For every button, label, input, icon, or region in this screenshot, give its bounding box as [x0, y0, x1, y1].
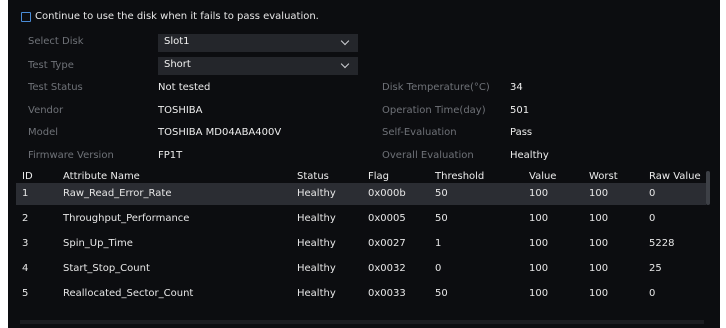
row-worst: 100 — [589, 238, 609, 249]
overall-evaluation-value: Healthy — [510, 150, 549, 161]
chevron-down-icon — [340, 59, 350, 69]
row-value: 100 — [529, 238, 549, 249]
test-status-label: Test Status — [28, 82, 83, 93]
table-header: ID Attribute Name Status Flag Threshold … — [16, 170, 706, 184]
row-attribute-name: Reallocated_Sector_Count — [63, 288, 194, 299]
row-status: Healthy — [297, 238, 336, 249]
row-status: Healthy — [297, 288, 336, 299]
row-flag: 0x000b — [368, 188, 406, 199]
row-threshold: 50 — [435, 213, 448, 224]
test-type-value: Short — [164, 59, 191, 70]
row-value: 100 — [529, 213, 549, 224]
column-header-raw-value: Raw Value — [649, 171, 701, 182]
self-evaluation-value: Pass — [510, 127, 533, 138]
column-header-value: Value — [529, 171, 557, 182]
row-raw-value: 0 — [649, 188, 656, 199]
row-id: 1 — [22, 188, 29, 199]
row-worst: 100 — [589, 263, 609, 274]
row-raw-value: 0 — [649, 288, 656, 299]
test-type-label: Test Type — [28, 60, 74, 71]
row-attribute-name: Raw_Read_Error_Rate — [63, 188, 172, 199]
model-value: TOSHIBA MD04ABA400V — [158, 127, 282, 138]
vendor-label: Vendor — [28, 105, 64, 116]
continue-use-checkbox-icon[interactable] — [21, 12, 31, 22]
column-header-threshold: Threshold — [435, 171, 485, 182]
self-evaluation-label: Self-Evaluation — [382, 127, 457, 138]
table-row[interactable]: 1 Raw_Read_Error_Rate Healthy 0x000b 50 … — [16, 183, 706, 205]
column-header-status: Status — [297, 171, 329, 182]
disk-temperature-value: 34 — [510, 82, 523, 93]
vendor-value: TOSHIBA — [158, 105, 203, 116]
row-id: 3 — [22, 238, 29, 249]
row-attribute-name: Start_Stop_Count — [63, 263, 150, 274]
model-label: Model — [28, 127, 59, 138]
row-raw-value: 25 — [649, 263, 662, 274]
chevron-down-icon — [340, 36, 350, 46]
test-type-dropdown[interactable]: Short — [158, 57, 358, 75]
table-vertical-scrollbar[interactable] — [706, 171, 710, 323]
table-row[interactable]: 2 Throughput_Performance Healthy 0x0005 … — [16, 208, 706, 230]
row-id: 2 — [22, 213, 29, 224]
row-value: 100 — [529, 263, 549, 274]
row-worst: 100 — [589, 213, 609, 224]
select-disk-label: Select Disk — [28, 36, 84, 47]
table-row[interactable]: 3 Spin_Up_Time Healthy 0x0027 1 100 100 … — [16, 233, 706, 255]
row-value: 100 — [529, 188, 549, 199]
scrollbar-thumb[interactable] — [706, 171, 710, 205]
table-row[interactable]: 4 Start_Stop_Count Healthy 0x0032 0 100 … — [16, 258, 706, 280]
row-flag: 0x0032 — [368, 263, 406, 274]
row-worst: 100 — [589, 288, 609, 299]
row-threshold: 1 — [435, 238, 442, 249]
row-threshold: 50 — [435, 288, 448, 299]
row-id: 5 — [22, 288, 29, 299]
row-status: Healthy — [297, 188, 336, 199]
table-horizontal-scrollbar[interactable] — [20, 320, 704, 324]
firmware-label: Firmware Version — [28, 150, 114, 161]
row-flag: 0x0027 — [368, 238, 406, 249]
row-attribute-name: Throughput_Performance — [63, 213, 190, 224]
column-header-attribute-name: Attribute Name — [63, 171, 140, 182]
row-id: 4 — [22, 263, 29, 274]
row-flag: 0x0033 — [368, 288, 406, 299]
select-disk-dropdown[interactable]: Slot1 — [158, 34, 358, 52]
firmware-value: FP1T — [158, 150, 183, 161]
continue-use-checkbox-label[interactable]: Continue to use the disk when it fails t… — [35, 10, 319, 24]
test-status-value: Not tested — [158, 82, 211, 93]
row-threshold: 50 — [435, 188, 448, 199]
row-threshold: 0 — [435, 263, 442, 274]
row-worst: 100 — [589, 188, 609, 199]
row-raw-value: 0 — [649, 213, 656, 224]
row-raw-value: 5228 — [649, 238, 675, 249]
operation-time-label: Operation Time(day) — [382, 105, 486, 116]
table-row[interactable]: 5 Reallocated_Sector_Count Healthy 0x003… — [16, 283, 706, 305]
column-header-worst: Worst — [589, 171, 618, 182]
select-disk-value: Slot1 — [164, 36, 190, 47]
overall-evaluation-label: Overall Evaluation — [382, 150, 474, 161]
operation-time-value: 501 — [510, 105, 530, 116]
row-status: Healthy — [297, 263, 336, 274]
row-flag: 0x0005 — [368, 213, 406, 224]
row-attribute-name: Spin_Up_Time — [63, 238, 133, 249]
column-header-id: ID — [22, 171, 33, 182]
hdd-smart-panel: Continue to use the disk when it fails t… — [8, 0, 720, 328]
disk-temperature-label: Disk Temperature(°C) — [382, 82, 490, 93]
row-value: 100 — [529, 288, 549, 299]
column-header-flag: Flag — [368, 171, 390, 182]
row-status: Healthy — [297, 213, 336, 224]
